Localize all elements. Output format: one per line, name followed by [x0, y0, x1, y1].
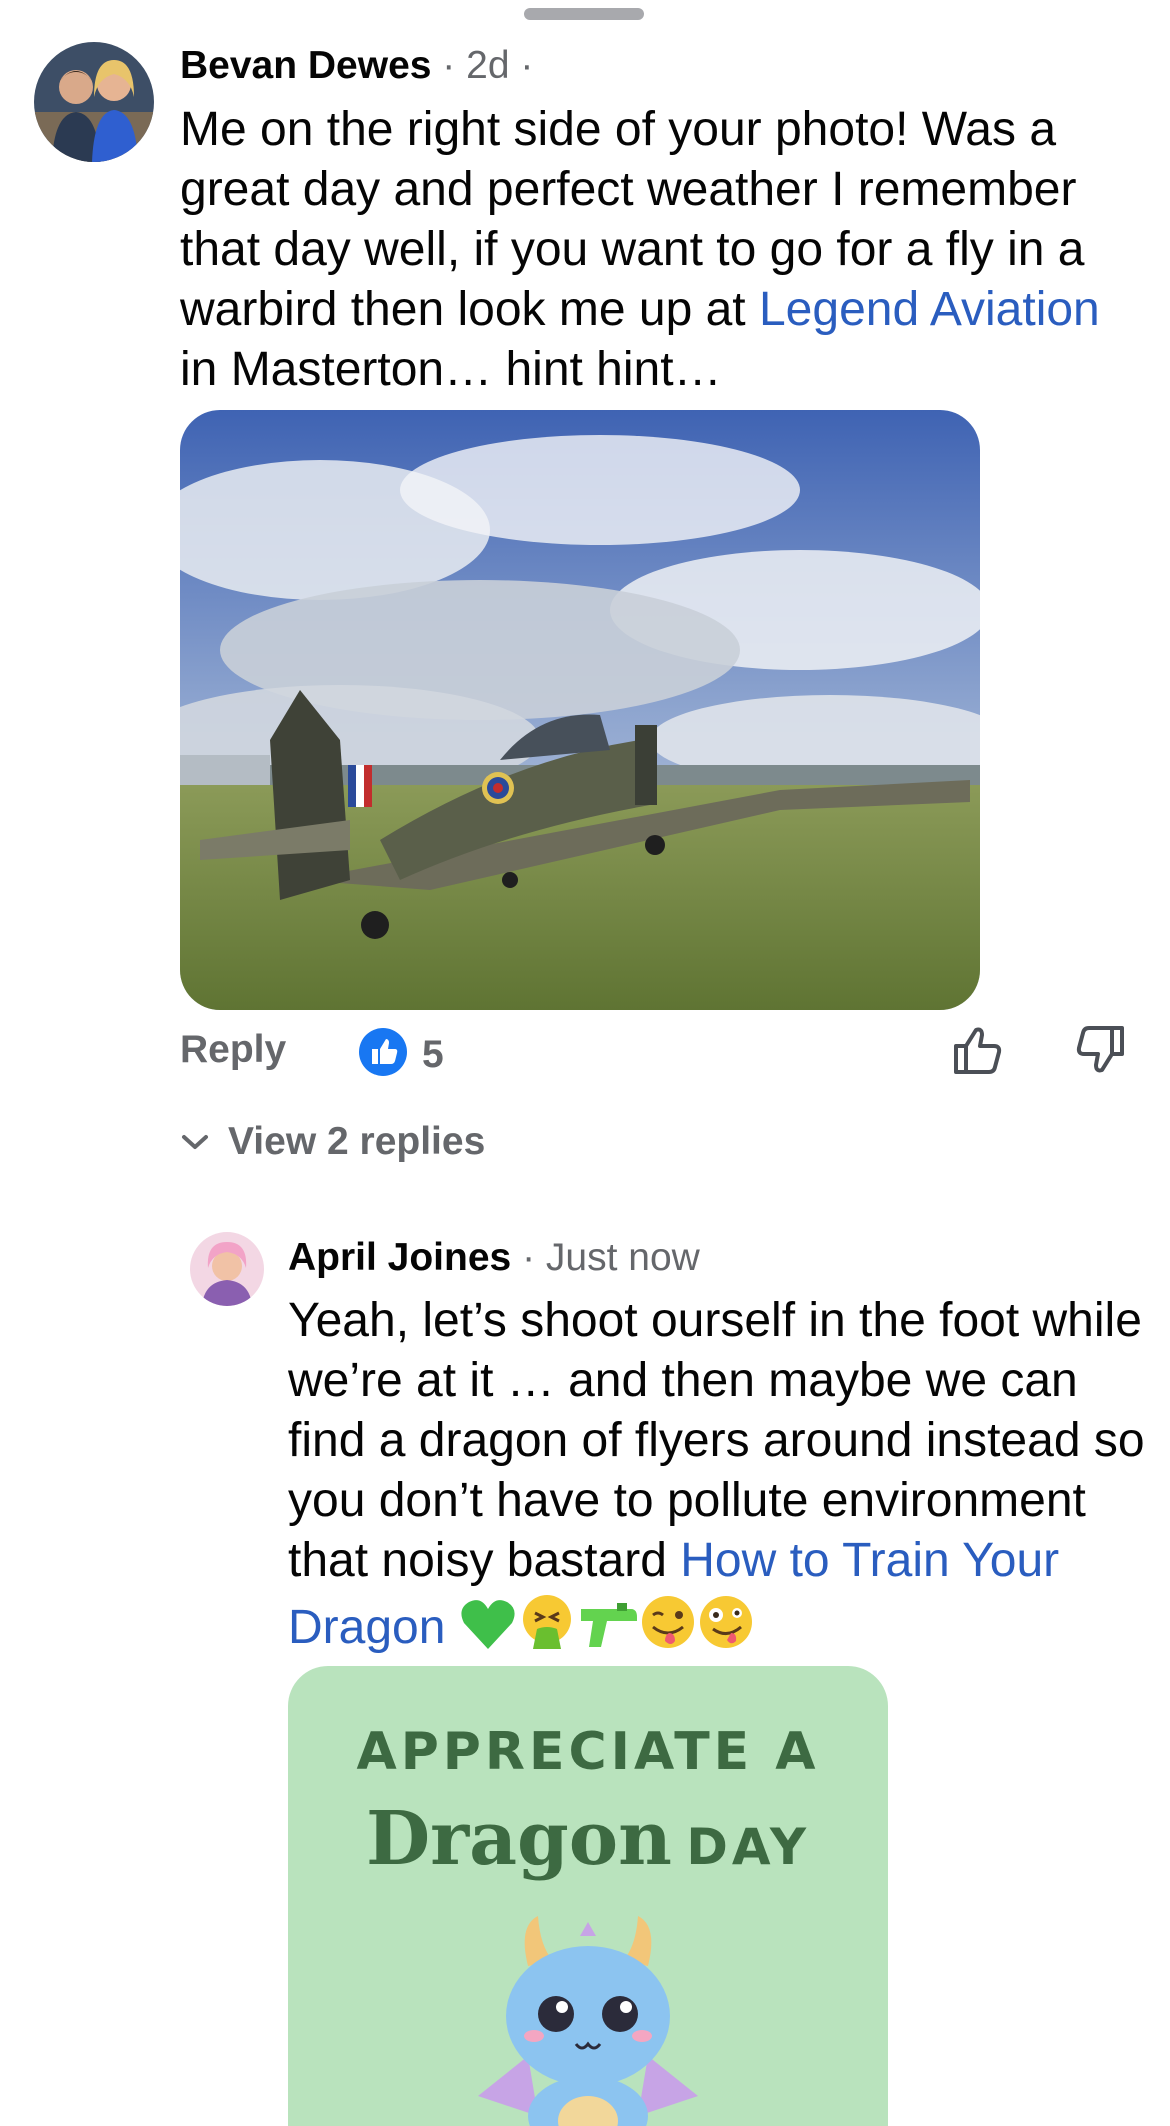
comment-text: Me on the right side of your photo! Was …	[180, 100, 1140, 400]
like-count[interactable]: 5	[358, 1027, 444, 1082]
sticker-caption-line1: APPRECIATE A	[356, 1722, 820, 1782]
view-replies-button[interactable]: View 2 replies	[180, 1120, 485, 1164]
avatar[interactable]	[34, 42, 154, 162]
avatar[interactable]	[190, 1232, 264, 1306]
sticker-day-word: DAY	[686, 1818, 811, 1876]
water-pistol-emoji	[577, 1599, 639, 1666]
view-replies-label: View 2 replies	[228, 1120, 486, 1163]
like-count-value: 5	[422, 1032, 444, 1076]
green-heart-emoji	[459, 1597, 517, 1666]
comment-meta: Bevan Dewes · 2d ·	[180, 42, 533, 90]
zany-face-emoji	[697, 1593, 755, 1666]
sheet-drag-handle[interactable]	[524, 8, 644, 20]
dislike-button[interactable]	[1070, 1022, 1128, 1078]
reply-button[interactable]: Reply	[180, 1028, 286, 1072]
vomiting-face-emoji	[517, 1591, 577, 1666]
sticker-caption-line2: Dragon DAY	[288, 1796, 888, 1882]
dragon-sticker-image[interactable]: APPRECIATE A Dragon DAY	[288, 1666, 888, 2126]
like-reaction-icon	[358, 1027, 408, 1082]
timestamp: 2d	[466, 44, 510, 87]
chevron-down-icon	[182, 1135, 208, 1149]
timestamp: Just now	[545, 1236, 700, 1279]
comment-text: Yeah, let’s shoot ourself in the foot wh…	[288, 1291, 1160, 1666]
author-name[interactable]: Bevan Dewes	[180, 44, 431, 87]
mention-link[interactable]: Legend Aviation	[759, 283, 1100, 336]
attached-photo[interactable]	[180, 410, 980, 1010]
cartoon-dragon-illustration	[478, 1916, 698, 2126]
sticker-dragon-word: Dragon	[365, 1796, 672, 1882]
winking-tongue-face-emoji	[639, 1593, 697, 1666]
separator-trailing: ·	[509, 44, 534, 87]
thumbs-down-icon	[1076, 1026, 1124, 1073]
separator: ·	[511, 1236, 546, 1279]
separator: ·	[431, 44, 467, 87]
like-button[interactable]	[950, 1022, 1008, 1078]
author-name[interactable]: April Joines	[288, 1236, 511, 1279]
comment-meta: April Joines · Just now	[288, 1234, 700, 1282]
comment-text-part: in Masterton… hint hint…	[180, 343, 722, 396]
thumbs-up-icon	[954, 1027, 1002, 1074]
